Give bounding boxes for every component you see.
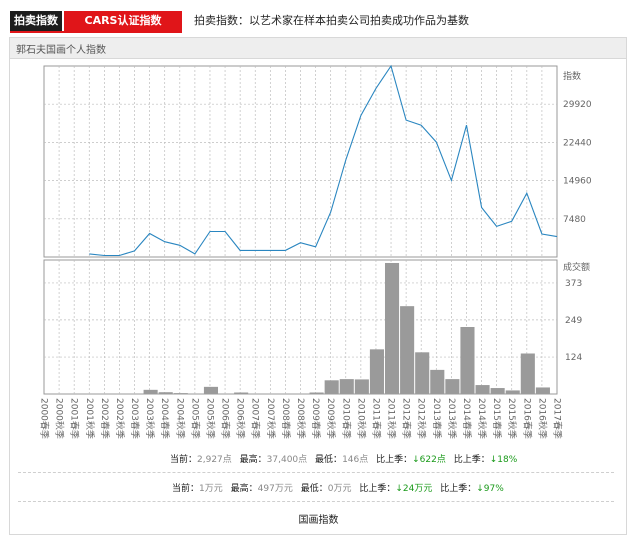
index-tick-label: 14960: [563, 177, 592, 187]
x-tick-label: 2004春季: [159, 398, 171, 439]
x-tick-label: 2002春季: [99, 398, 111, 439]
turnover-bar: [173, 393, 188, 394]
turnover-tick-label: 373: [565, 279, 582, 289]
turnover-bar: [158, 392, 173, 394]
turnover-bar: [415, 352, 430, 394]
turnover-high-value: 497万元: [257, 484, 293, 494]
divider: [18, 501, 614, 502]
x-tick-label: 2005春季: [189, 398, 201, 439]
index-tick-label: 7480: [563, 215, 586, 225]
x-tick-label: 2013秋季: [446, 398, 458, 439]
x-tick-label: 2002秋季: [114, 398, 126, 439]
turnover-change1-label: 比上季：: [359, 484, 396, 494]
x-tick-label: 2015秋季: [506, 398, 518, 439]
x-tick-label: 2008秋季: [295, 398, 307, 439]
x-tick-label: 2011秋季: [386, 398, 398, 439]
index-tick-label: 22440: [563, 138, 592, 148]
x-tick-label: 2014春季: [461, 398, 473, 439]
turnover-bar: [445, 379, 460, 394]
x-tick-label: 2016春季: [521, 398, 533, 439]
x-tick-label: 2007春季: [250, 398, 262, 439]
turnover-bar: [234, 392, 249, 394]
stat-change2-label: 比上季：: [453, 455, 490, 465]
x-tick-label: 2016秋季: [536, 398, 548, 439]
stat-low-label: 最低：: [315, 455, 343, 465]
x-tick-label: 2001秋季: [84, 398, 96, 439]
x-tick-label: 2013春季: [431, 398, 443, 439]
stat-current-value: 2,927点: [197, 455, 232, 465]
turnover-bar: [520, 353, 535, 394]
turnover-bar: [339, 379, 354, 394]
x-tick-label: 2001春季: [69, 398, 81, 439]
turnover-bar: [354, 379, 369, 394]
x-tick-label: 2010春季: [340, 398, 352, 439]
turnover-bar: [203, 386, 219, 394]
stat-change1-value: ↓622点: [412, 455, 446, 465]
divider: [18, 472, 614, 473]
turnover-bar: [143, 389, 158, 394]
stat-change2-value: ↓18%: [489, 455, 518, 465]
stat-change1-label: 比上季：: [376, 455, 413, 465]
x-tick-label: 2007秋季: [265, 398, 277, 439]
x-tick-label: 2009秋季: [325, 398, 337, 439]
turnover-bar: [460, 327, 475, 394]
turnover-bar: [490, 388, 505, 394]
x-tick-label: 2006秋季: [235, 398, 247, 439]
x-tick-label: 2012春季: [401, 398, 413, 439]
index-chart: 7480149602244029920指数124249373成交额2000春季 2…: [39, 64, 592, 439]
turnover-bar: [535, 387, 550, 394]
stats-index-row: 当前：2,927点 最高：37,400点 最低：146点 比上季：↓622点 比…: [170, 452, 522, 465]
turnover-high-label: 最高：: [230, 484, 258, 494]
index-line: [89, 64, 558, 257]
turnover-change1-value: ↓24万元: [395, 484, 433, 494]
x-tick-label: 2000秋季: [54, 398, 66, 439]
stat-high-value: 37,400点: [266, 455, 308, 465]
turnover-bar: [475, 385, 490, 394]
x-tick-label: 2003秋季: [144, 398, 156, 439]
x-tick-label: 2004秋季: [174, 398, 186, 439]
x-tick-label: 2008春季: [280, 398, 292, 439]
footer-title: 国画指数: [298, 515, 339, 526]
index-tick-label: 29920: [563, 100, 592, 110]
turnover-current-value: 1万元: [199, 484, 223, 494]
x-tick-label: 2003春季: [129, 398, 141, 439]
stat-high-label: 最高：: [239, 455, 267, 465]
x-tick-label: 2006春季: [220, 398, 232, 439]
turnover-bar: [369, 349, 384, 394]
x-tick-label: 2014秋季: [476, 398, 488, 439]
turnover-low-label: 最低：: [300, 484, 328, 494]
turnover-axis-label: 成交额: [563, 261, 590, 273]
stat-low-value: 146点: [342, 455, 369, 465]
x-tick-label: 2005秋季: [204, 398, 216, 439]
index-axis-label: 指数: [563, 70, 581, 82]
x-tick-label: 2000春季: [39, 398, 51, 439]
x-tick-label: 2009春季: [310, 398, 322, 439]
x-tick-label: 2012秋季: [416, 398, 428, 439]
x-tick-label: 2015春季: [491, 398, 503, 439]
turnover-bar: [430, 369, 445, 394]
x-tick-label: 2017春季: [552, 398, 564, 439]
turnover-change2-value: ↓97%: [476, 484, 504, 494]
turnover-low-value: 0万元: [327, 484, 352, 494]
turnover-tick-label: 124: [565, 353, 582, 363]
turnover-bar: [400, 306, 415, 394]
stat-current-label: 当前：: [170, 455, 198, 465]
stats-turnover-row: 当前：1万元 最高：497万元 最低：0万元 比上季：↓24万元 比上季：↓97…: [172, 481, 509, 494]
x-tick-label: 2011春季: [370, 398, 382, 439]
turnover-change2-label: 比上季：: [440, 484, 477, 494]
turnover-bar: [384, 262, 400, 394]
turnover-tick-label: 249: [565, 316, 582, 326]
turnover-bar: [505, 390, 520, 394]
turnover-current-label: 当前：: [172, 484, 200, 494]
turnover-bar: [309, 392, 324, 394]
x-tick-label: 2010秋季: [355, 398, 367, 439]
turnover-bar: [324, 380, 339, 394]
